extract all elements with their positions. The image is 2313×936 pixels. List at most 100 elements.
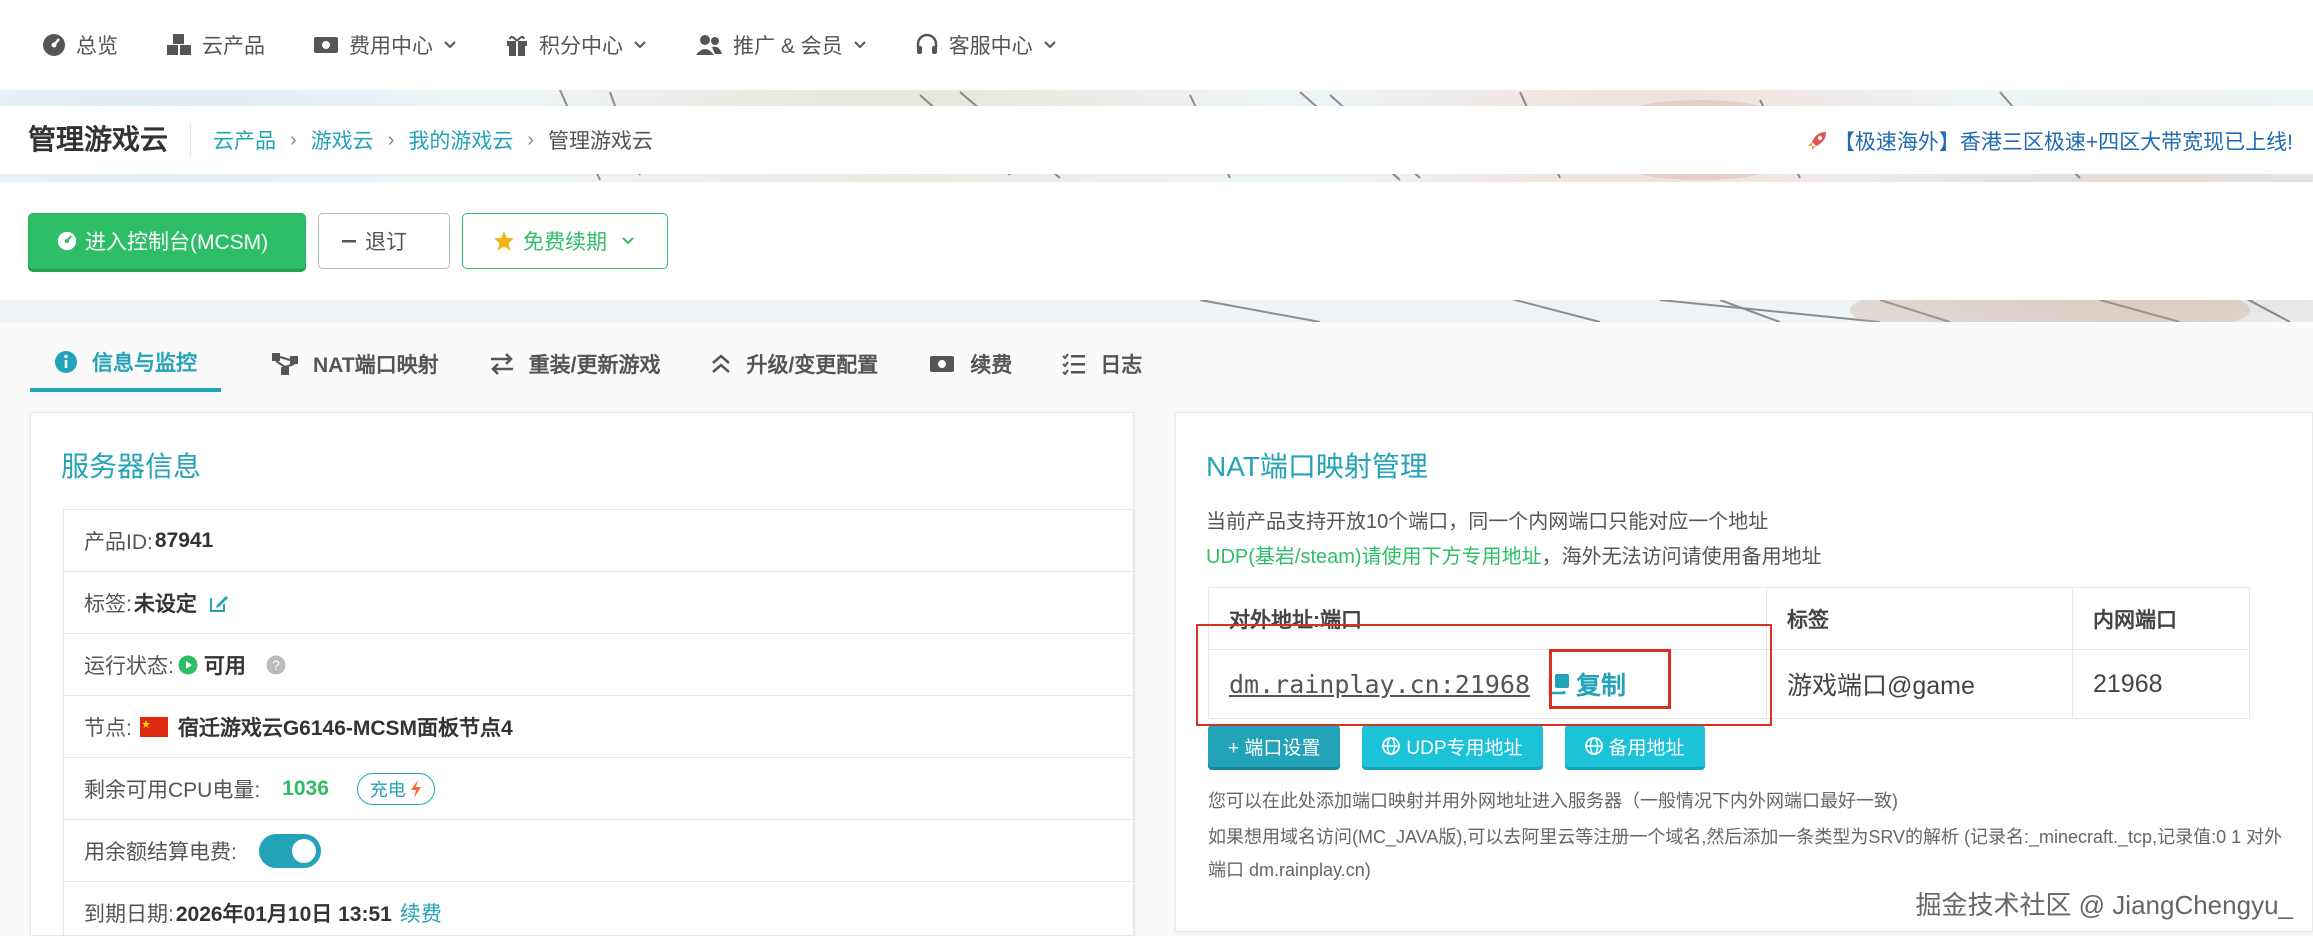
column-header-internal-port: 内网端口 xyxy=(2093,608,2177,632)
table-row: dm.rainplay.cn:21968 复制 游戏端口@game 21968 xyxy=(1209,650,2249,718)
svg-text:?: ? xyxy=(272,657,280,673)
tab-label: 升级/变更配置 xyxy=(746,354,879,377)
nav-item-label: 积分中心 xyxy=(539,35,623,58)
breadcrumb-separator-icon: › xyxy=(527,128,535,151)
product-id-label: 产品ID: xyxy=(84,530,153,554)
internal-port-cell: 21968 xyxy=(2093,669,2163,698)
nav-item-points[interactable]: 积分中心 xyxy=(505,30,647,60)
backup-address-label: 备用地址 xyxy=(1608,737,1685,759)
tab-reinstall-game[interactable]: 重装/更新游戏 xyxy=(489,336,660,392)
server-info-card: 服务器信息 产品ID: 87941 标签: 未设定 运行状态: 可用 ? 节点:… xyxy=(30,412,1135,936)
globe-icon xyxy=(1382,737,1401,755)
column-header-tag: 标签 xyxy=(1767,588,2073,649)
breadcrumb-separator-icon: › xyxy=(387,128,395,151)
column-header-external-address: 对外地址:端口 xyxy=(1209,588,1767,649)
users-icon xyxy=(696,35,722,55)
tab-logs[interactable]: 日志 xyxy=(1062,336,1142,392)
expire-row: 到期日期: 2026年01月10日 13:51 续费 xyxy=(64,882,1134,936)
tab-renew[interactable]: 续费 xyxy=(928,336,1012,392)
rocket-icon xyxy=(1807,132,1826,150)
enter-console-button[interactable]: 进入控制台(MCSM) xyxy=(28,213,306,269)
copy-label: 复制 xyxy=(1576,672,1627,700)
cpu-power-value: 1036 xyxy=(282,776,329,800)
nat-note: 您可以在此处添加端口映射并用外网地址进入服务器（一般情况下内外网端口最好一致) xyxy=(1208,791,1898,811)
double-chevron-up-icon xyxy=(712,354,731,373)
nat-description: 当前产品支持开放10个端口，同一个内网端口只能对应一个地址 xyxy=(1206,511,1769,533)
breadcrumb-link-game-cloud[interactable]: 游戏云 xyxy=(311,125,374,155)
charge-button[interactable]: 充电 xyxy=(356,772,435,805)
chevron-down-icon xyxy=(634,41,646,49)
network-icon xyxy=(272,353,298,375)
watermark: 掘金技术社区 @ JiangChengyu_ xyxy=(1915,890,2293,920)
enter-console-label: 进入控制台(MCSM) xyxy=(85,231,269,254)
tab-label: NAT端口映射 xyxy=(313,354,439,377)
external-address-link[interactable]: dm.rainplay.cn:21968 xyxy=(1229,670,1530,699)
nav-item-promotion[interactable]: 推广 & 会员 xyxy=(695,30,867,60)
announcement-link[interactable]: 【极速海外】香港三区极速+四区大带宽现已上线! xyxy=(1804,126,2293,156)
chevron-down-icon xyxy=(622,237,634,245)
breadcrumb-link-my-game-cloud[interactable]: 我的游戏云 xyxy=(408,125,513,155)
tag-row: 标签: 未设定 xyxy=(64,572,1134,634)
breadcrumb-current: 管理游戏云 xyxy=(548,130,654,153)
page-title: 管理游戏云 xyxy=(0,123,192,157)
renew-link[interactable]: 续费 xyxy=(400,898,442,928)
nav-item-cloud-products[interactable]: 云产品 xyxy=(166,30,265,60)
list-check-icon xyxy=(1062,353,1086,375)
expire-label: 到期日期: xyxy=(84,902,174,926)
nav-item-label: 云产品 xyxy=(202,35,265,58)
srv-note: 如果想用域名访问(MC_JAVA版),可以去阿里云等注册一个域名,然后添加一条类… xyxy=(1208,827,2283,880)
breadcrumb: 云产品 › 游戏云 › 我的游戏云 › 管理游戏云 xyxy=(191,125,653,155)
dashboard-icon xyxy=(57,231,77,251)
tab-nat-port-mapping[interactable]: NAT端口映射 xyxy=(271,336,439,392)
edit-icon[interactable] xyxy=(209,593,229,613)
nat-table-header: 对外地址:端口 标签 内网端口 xyxy=(1209,588,2249,650)
nav-item-support[interactable]: 客服中心 xyxy=(915,30,1057,60)
nat-table: 对外地址:端口 标签 内网端口 dm.rainplay.cn:21968 复制 … xyxy=(1208,587,2250,719)
balance-billing-toggle[interactable] xyxy=(258,833,321,868)
main-panel: 信息与监控 NAT端口映射 重装/更新游戏 升级/变更配置 续费 日志 服务器信… xyxy=(0,322,2313,936)
nat-udp-hint: UDP(基岩/steam)请使用下方专用地址，海外无法访问请使用备用地址 xyxy=(1206,540,1822,569)
tab-upgrade-config[interactable]: 升级/变更配置 xyxy=(710,336,878,392)
udp-address-button[interactable]: UDP专用地址 xyxy=(1362,725,1543,767)
nav-item-label: 客服中心 xyxy=(948,35,1033,58)
tag-value: 未设定 xyxy=(133,592,197,616)
product-id-row: 产品ID: 87941 xyxy=(64,510,1134,572)
port-settings-button[interactable]: + 端口设置 xyxy=(1208,725,1341,767)
tab-label: 日志 xyxy=(1100,354,1143,377)
chevron-down-icon xyxy=(853,41,866,49)
udp-address-label: UDP专用地址 xyxy=(1406,737,1523,759)
free-renew-label: 免费续期 xyxy=(523,231,607,254)
backup-address-button[interactable]: 备用地址 xyxy=(1564,725,1705,767)
tag-label: 标签: xyxy=(84,592,132,616)
nat-udp-hint-rest: ，海外无法访问请使用备用地址 xyxy=(1541,546,1822,568)
globe-icon xyxy=(1584,737,1603,755)
tab-label: 续费 xyxy=(970,354,1013,377)
free-renew-dropdown[interactable]: 免费续期 xyxy=(462,213,668,269)
swap-icon xyxy=(490,353,513,375)
action-bar: 进入控制台(MCSM) 退订 免费续期 xyxy=(0,182,2313,300)
chevron-down-icon xyxy=(444,41,456,49)
tab-info-monitor[interactable]: 信息与监控 xyxy=(30,336,221,392)
unsubscribe-button[interactable]: 退订 xyxy=(318,213,450,269)
product-id-value: 87941 xyxy=(154,528,214,552)
nat-mapping-title: NAT端口映射管理 xyxy=(1206,451,1428,482)
status-label: 运行状态: xyxy=(84,654,174,678)
node-label: 节点: xyxy=(84,716,132,740)
lightning-icon xyxy=(410,779,421,798)
cpu-power-row: 剩余可用CPU电量: 1036 充电 xyxy=(64,758,1134,820)
nav-item-overview[interactable]: 总览 xyxy=(42,30,118,60)
balance-billing-label: 用余额结算电费: xyxy=(84,840,237,864)
node-row: 节点: 宿迁游戏云G6146-MCSM面板节点4 xyxy=(64,696,1134,758)
nav-item-billing[interactable]: 费用中心 xyxy=(313,30,457,60)
breadcrumb-link-cloud-products[interactable]: 云产品 xyxy=(213,125,276,155)
dashboard-icon xyxy=(43,34,65,56)
nav-item-label: 推广 & 会员 xyxy=(733,35,843,58)
breadcrumb-separator-icon: › xyxy=(290,128,297,151)
play-circle-icon xyxy=(178,655,198,674)
copy-button[interactable]: 复制 xyxy=(1548,666,1626,702)
unsubscribe-label: 退订 xyxy=(365,231,407,254)
tab-label: 信息与监控 xyxy=(92,352,197,375)
help-icon[interactable]: ? xyxy=(266,655,286,675)
minus-icon xyxy=(342,240,356,243)
charge-label: 充电 xyxy=(369,779,406,800)
